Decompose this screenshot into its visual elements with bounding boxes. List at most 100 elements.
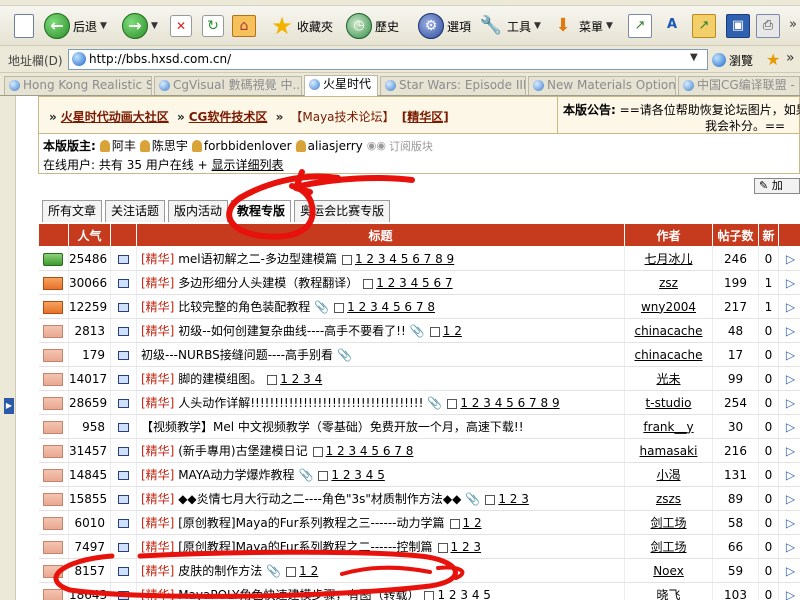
author-link[interactable]: 剑工场 [650,540,686,554]
topic-title-link[interactable]: (新手專用)古堡建模日记 [178,444,307,458]
author-link[interactable]: 小渴 [656,468,680,482]
browser-tab-5[interactable]: 中国CG编译联盟 - p [678,76,800,95]
last-post-cell[interactable]: ▷ [778,270,800,295]
moderator-link[interactable]: aliasjerry [295,139,363,153]
col-count[interactable]: 帖子数 [712,223,759,247]
last-post-cell[interactable]: ▷ [778,390,800,415]
last-post-cell[interactable]: ▷ [778,462,800,487]
page-links[interactable]: 1 2 3 4 [267,372,325,386]
breadcrumb-maya-forum[interactable]: 【Maya技术论坛】 [290,110,394,124]
author-link[interactable]: wny2004 [641,300,696,314]
author-link[interactable]: zsz [659,276,678,290]
last-post-cell[interactable]: ▷ [778,510,800,535]
page-links[interactable]: 1 2 [286,564,321,578]
last-post-cell[interactable]: ▷ [778,366,800,391]
last-post-cell[interactable]: ▷ [778,246,800,271]
author-link[interactable]: hamasaki [640,444,698,458]
refresh-button[interactable]: ↻ [202,10,224,42]
topic-title-link[interactable]: mel语初解之二-多边型建模篇 [178,252,337,266]
table-row[interactable]: 958 【视频教学】Mel 中文视频教学（零基础）免费开放一个月，高速下载!! fr… [38,414,800,439]
topic-title-link[interactable]: 人头动作详解!!!!!!!!!!!!!!!!!!!!!!!!!!!!!!!!!!… [178,396,423,410]
browser-tab-0[interactable]: Hong Kong Realistic S... [4,76,152,95]
forward-button[interactable]: → ▼ [122,10,158,42]
last-post-cell[interactable]: ▷ [778,558,800,583]
last-post-cell[interactable]: ▷ [778,534,800,559]
back-dropdown-icon[interactable]: ▼ [100,21,107,31]
last-post-cell[interactable]: ▷ [778,438,800,463]
tools-button[interactable]: 🔧 工具 ▼ [478,10,541,42]
table-row[interactable]: 14845 [精华] MAYA动力学爆炸教程 📎 1 2 3 4 5 小渴 131 0 ▷ [38,462,800,487]
topic-title-link[interactable]: [原创教程]Maya的Fur系列教程之二------控制篇 [178,540,432,554]
topic-title-link[interactable]: 脚的建模组图。 [178,372,262,386]
page-links[interactable]: 1 2 3 4 5 [424,588,493,600]
last-post-cell[interactable]: ▷ [778,582,800,600]
print-button[interactable]: ⎙ [756,10,780,42]
author-link[interactable]: 光未 [656,372,680,386]
page-links[interactable]: 1 2 3 4 5 6 7 8 9 [341,252,457,266]
author-link[interactable]: 七月冰儿 [644,252,692,266]
table-row[interactable]: 8157 [精华] 皮肤的制作方法 📎 1 2 Noex 59 0 ▷ [38,558,800,583]
col-author[interactable]: 作者 [624,223,713,247]
page-links[interactable]: 1 2 3 4 5 6 7 8 [334,300,438,314]
col-title[interactable]: 标题 [136,223,625,247]
page-links[interactable]: 1 2 [429,324,465,338]
url-dropdown-icon[interactable]: ▼ [690,52,698,63]
table-row[interactable]: 2813 [精华] 初级--如何创建复杂曲线----高手不要看了!! 📎 1 2 chi… [38,318,800,343]
table-row[interactable]: 12259 [精华] 比较完整的角色装配教程 📎 1 2 3 4 5 6 7 8 wny… [38,294,800,319]
topic-title-link[interactable]: 皮肤的制作方法 [178,564,262,578]
breadcrumb-community[interactable]: 火星时代动画大社区 [61,110,169,124]
author-link[interactable]: zszs [656,492,681,506]
topic-title-link[interactable]: MayaPOLY角色快速建模步骤，有图（转载） [178,588,419,600]
author-link[interactable]: 剑工场 [650,516,686,530]
topic-title-link[interactable]: [原创教程]Maya的Fur系列教程之三------动力学篇 [178,516,444,530]
table-row[interactable]: 28659 [精华] 人头动作详解!!!!!!!!!!!!!!!!!!!!!!!!… [38,390,800,415]
go-button[interactable]: 瀏覽 [712,50,753,70]
table-row[interactable]: 179 初级---NURBS接缝问题----高手别看 📎 chinacache 17 0 ▷ [38,342,800,367]
topic-title-link[interactable]: 【视频教学】Mel 中文视频教学（零基础）免费开放一个月，高速下载!! [141,420,524,434]
breadcrumb-essence[interactable]: [精华区] [402,110,449,124]
show-online-list-link[interactable]: 显示详细列表 [212,158,284,172]
new-post-button[interactable]: ✎ 加 [754,178,800,194]
last-post-cell[interactable]: ▷ [778,342,800,367]
browser-tab-4[interactable]: New Materials Options [528,76,676,95]
favorite-star-icon[interactable]: ★ [766,50,780,69]
new-page-button[interactable] [14,10,34,42]
table-row[interactable]: 31457 [精华] (新手專用)古堡建模日记 1 2 3 4 5 6 7 8 ham… [38,438,800,463]
forward-dropdown-icon[interactable]: ▼ [151,21,158,31]
topic-title-link[interactable]: 多边形细分人头建模（教程翻译） [178,276,358,290]
table-row[interactable]: 14017 [精华] 脚的建模组图。 1 2 3 4 光未 99 0 ▷ [38,366,800,391]
page-links[interactable]: 1 2 3 [437,540,485,554]
page-links[interactable]: 1 2 3 4 5 [318,468,387,482]
page-links[interactable]: 1 2 3 [485,492,532,506]
moderator-link[interactable]: 阿丰 [99,137,136,154]
tab-followed-topics[interactable]: 关注话题 [105,200,166,222]
moderator-link[interactable]: forbbidenlover [191,139,292,153]
history-button[interactable]: ◷ 歷史 [346,10,399,42]
page-links[interactable]: 1 2 3 4 5 6 7 8 9 [447,396,562,410]
topic-title-link[interactable]: ◆◆炎情七月大行动之二----角色"3s"材质制作方法◆◆ [178,492,461,506]
table-row[interactable]: 15855 [精华] ◆◆炎情七月大行动之二----角色"3s"材质制作方法◆◆ 📎… [38,486,800,511]
browser-tab-2[interactable]: 火星时代 [304,75,378,96]
screen-button[interactable]: ↗ [628,10,652,42]
author-link[interactable]: t-studio [646,396,692,410]
tab-tutorials[interactable]: 教程专版 [231,200,292,222]
topic-title-link[interactable]: 初级---NURBS接缝问题----高手别看 [141,348,333,362]
table-row[interactable]: 25486 [精华] mel语初解之二-多边型建模篇 1 2 3 4 5 6 7 8… [38,246,800,271]
author-link[interactable]: 晓飞 [656,588,680,600]
browser-tab-3[interactable]: Star Wars: Episode III... [380,76,526,95]
author-link[interactable]: chinacache [634,348,702,362]
author-link[interactable]: frank__y [643,420,693,434]
expand-panel-icon[interactable]: ▶ [4,398,14,414]
browser-tab-1[interactable]: CgVisual 數碼視覺 中... [154,76,302,95]
tab-all-posts[interactable]: 所有文章 [42,200,103,222]
last-post-cell[interactable]: ▷ [778,486,800,511]
subscribe-link[interactable]: ◉◉ 订阅版块 [367,138,433,154]
table-row[interactable]: 7497 [精华] [原创教程]Maya的Fur系列教程之二------控制篇 1 … [38,534,800,559]
stop-button[interactable]: ✕ [170,10,192,42]
topic-title-link[interactable]: MAYA动力学爆炸教程 [178,468,294,482]
page-links[interactable]: 1 2 [449,516,485,530]
open-folder-button[interactable]: ↗ [692,10,716,42]
options-button[interactable]: ⚙ 選項 [418,10,471,42]
menu-button[interactable]: ⬇ 菜單 ▼ [550,10,612,42]
home-button[interactable]: ⌂ [232,10,256,42]
